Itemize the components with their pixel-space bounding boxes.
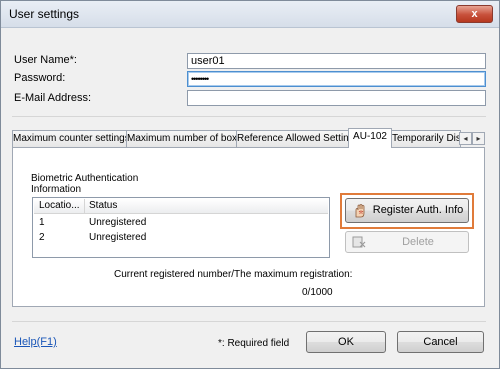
tab-scroll-right-button[interactable]: ▸ bbox=[472, 132, 485, 145]
cancel-button[interactable]: Cancel bbox=[397, 331, 484, 353]
current-registration-value: 0/1000 bbox=[302, 287, 333, 298]
password-field[interactable]: •••••••• bbox=[187, 71, 486, 87]
biometric-title-line1: Biometric Authentication bbox=[31, 173, 139, 184]
close-icon: x bbox=[471, 8, 478, 20]
tab-reference-allowed-setting[interactable]: Reference Allowed Setting bbox=[236, 130, 349, 147]
delete-button[interactable]: Delete bbox=[345, 231, 469, 253]
email-field[interactable] bbox=[187, 90, 486, 106]
tab-temporarily-disabled[interactable]: Temporarily Disa bbox=[391, 130, 461, 147]
user-name-field[interactable]: user01 bbox=[187, 53, 486, 69]
biometric-title-line2: Information bbox=[31, 184, 82, 195]
tab-maximum-counter-settings[interactable]: Maximum counter settings bbox=[12, 130, 127, 147]
list-header: Locatio... Status bbox=[34, 199, 328, 214]
column-separator[interactable] bbox=[84, 199, 85, 213]
chevron-left-icon: ◂ bbox=[463, 134, 468, 143]
password-label: Password: bbox=[14, 72, 66, 84]
close-button[interactable]: x bbox=[456, 5, 493, 23]
email-label: E-Mail Address: bbox=[14, 92, 92, 104]
help-link[interactable]: Help(F1) bbox=[14, 336, 57, 348]
row-location: 2 bbox=[39, 232, 45, 243]
biometric-list[interactable]: Locatio... Status 1 Unregistered 2 Unreg… bbox=[32, 197, 330, 258]
required-field-note: *: Required field bbox=[218, 338, 290, 349]
tab-scroll-left-button[interactable]: ◂ bbox=[459, 132, 472, 145]
user-name-label: User Name*: bbox=[14, 54, 77, 66]
title-bar: User settings x bbox=[1, 1, 499, 28]
row-status: Unregistered bbox=[89, 232, 147, 243]
row-location: 1 bbox=[39, 217, 45, 228]
fingerprint-hand-icon bbox=[352, 203, 368, 228]
tab-au-102[interactable]: AU-102 bbox=[348, 128, 392, 148]
tab-maximum-number-of-boxes[interactable]: Maximum number of boxes bbox=[126, 130, 237, 147]
current-registration-label: Current registered number/The maximum re… bbox=[114, 269, 353, 280]
chevron-right-icon: ▸ bbox=[476, 134, 481, 143]
column-header-location[interactable]: Locatio... bbox=[39, 200, 80, 211]
footer-divider bbox=[12, 321, 486, 322]
biometric-group-title: Biometric Authentication Information bbox=[31, 173, 138, 195]
delete-label: Delete bbox=[402, 236, 434, 248]
delete-card-icon bbox=[352, 235, 366, 256]
register-auth-info-button[interactable]: Register Auth. Info bbox=[345, 198, 469, 223]
list-item[interactable]: 2 Unregistered bbox=[34, 230, 328, 244]
ok-button[interactable]: OK bbox=[306, 331, 386, 353]
register-label: Register Auth. Info bbox=[372, 204, 464, 216]
list-item[interactable]: 1 Unregistered bbox=[34, 215, 328, 229]
window-title: User settings bbox=[9, 7, 80, 21]
row-status: Unregistered bbox=[89, 217, 147, 228]
column-header-status[interactable]: Status bbox=[89, 200, 117, 211]
form-divider bbox=[12, 116, 486, 117]
